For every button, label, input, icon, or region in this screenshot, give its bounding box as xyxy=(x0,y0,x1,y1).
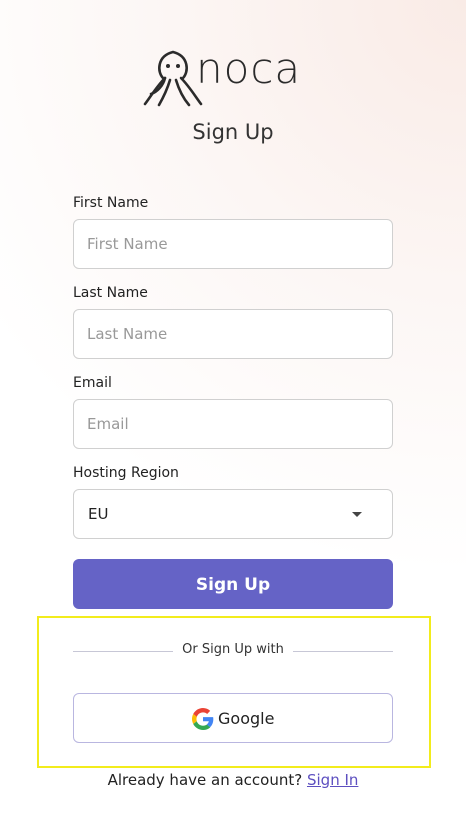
hosting-region-value: EU xyxy=(88,505,109,523)
octopus-icon xyxy=(143,50,203,107)
sign-in-prompt-text: Already have an account? xyxy=(107,771,303,789)
last-name-input[interactable] xyxy=(73,309,393,359)
divider-text: Or Sign Up with xyxy=(182,642,284,657)
email-label: Email xyxy=(73,375,112,391)
hosting-region-select[interactable]: EU xyxy=(73,489,393,539)
first-name-input[interactable] xyxy=(73,219,393,269)
google-signup-button[interactable]: Google xyxy=(73,693,393,743)
brand-name: noca xyxy=(196,44,302,93)
google-button-label: Google xyxy=(218,709,275,728)
social-signup-highlight xyxy=(37,616,431,768)
caret-down-icon xyxy=(352,512,362,517)
email-input[interactable] xyxy=(73,399,393,449)
page-title: Sign Up xyxy=(192,120,274,144)
sign-in-link[interactable]: Sign In xyxy=(307,771,358,789)
last-name-label: Last Name xyxy=(73,285,148,301)
first-name-label: First Name xyxy=(73,195,149,211)
noca-logo: noca xyxy=(143,42,325,110)
sign-in-prompt: Already have an account? Sign In xyxy=(0,771,466,789)
google-icon xyxy=(192,708,214,730)
sign-up-button[interactable]: Sign Up xyxy=(73,559,393,609)
hosting-region-label: Hosting Region xyxy=(73,465,179,481)
